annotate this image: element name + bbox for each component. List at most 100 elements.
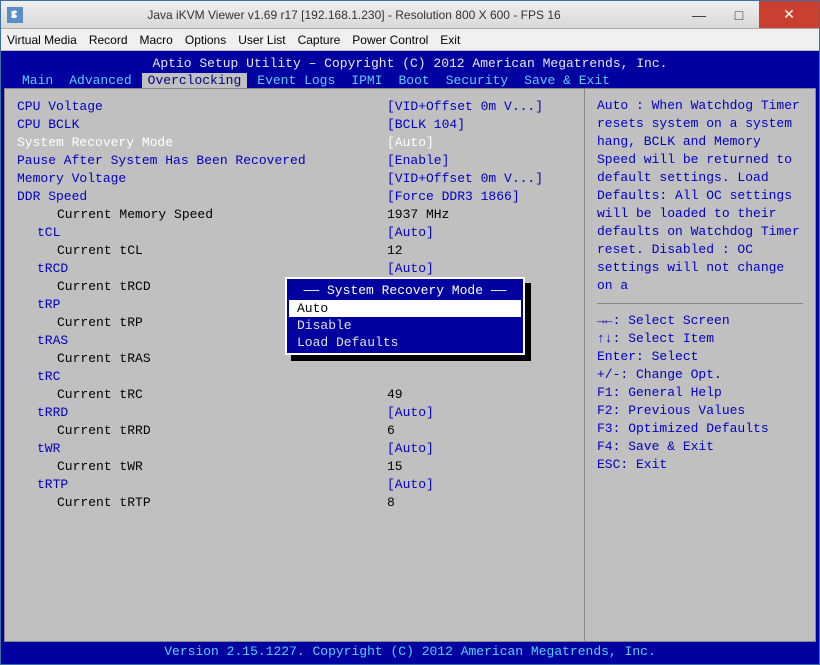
setting-row[interactable]: DDR Speed[Force DDR3 1866] <box>17 187 572 205</box>
setting-value: 12 <box>387 243 572 258</box>
tab-boot[interactable]: Boot <box>393 73 436 88</box>
help-key-line: F1: General Help <box>597 384 803 402</box>
setting-label: Current tRTP <box>17 495 387 510</box>
tab-overclocking[interactable]: Overclocking <box>142 73 248 88</box>
menu-capture[interactable]: Capture <box>298 33 341 47</box>
setting-label: DDR Speed <box>17 189 387 204</box>
help-key-line: Enter: Select <box>597 348 803 366</box>
setting-label: tWR <box>17 441 387 456</box>
help-key-line: F2: Previous Values <box>597 402 803 420</box>
bios-panel: CPU Voltage[VID+Offset 0m V...]CPU BCLK[… <box>4 88 816 642</box>
setting-value: 1937 MHz <box>387 207 572 222</box>
setting-value: [Auto] <box>387 441 572 456</box>
help-text: Auto : When Watchdog Timer resets system… <box>597 97 803 295</box>
menu-user-list[interactable]: User List <box>238 33 285 47</box>
setting-value: 8 <box>387 495 572 510</box>
minimize-button[interactable]: — <box>679 1 719 28</box>
popup-option-load-defaults[interactable]: Load Defaults <box>289 334 521 351</box>
titlebar: Java iKVM Viewer v1.69 r17 [192.168.1.23… <box>1 1 819 29</box>
bios-footer: Version 2.15.1227. Copyright (C) 2012 Am… <box>4 642 816 661</box>
setting-row[interactable]: Pause After System Has Been Recovered[En… <box>17 151 572 169</box>
setting-label: CPU BCLK <box>17 117 387 132</box>
setting-value: 6 <box>387 423 572 438</box>
setting-value: 49 <box>387 387 572 402</box>
menu-virtual-media[interactable]: Virtual Media <box>7 33 77 47</box>
setting-row: Current Memory Speed1937 MHz <box>17 205 572 223</box>
setting-row[interactable]: Memory Voltage[VID+Offset 0m V...] <box>17 169 572 187</box>
setting-label: Current tWR <box>17 459 387 474</box>
setting-row: Current tRC49 <box>17 385 572 403</box>
setting-row[interactable]: tWR[Auto] <box>17 439 572 457</box>
menu-macro[interactable]: Macro <box>140 33 173 47</box>
setting-label: tRCD <box>17 261 387 276</box>
setting-label: Memory Voltage <box>17 171 387 186</box>
maximize-button[interactable]: □ <box>719 1 759 28</box>
setting-label: Current tCL <box>17 243 387 258</box>
tab-advanced[interactable]: Advanced <box>63 73 137 88</box>
menu-options[interactable]: Options <box>185 33 226 47</box>
setting-row[interactable]: tRRD[Auto] <box>17 403 572 421</box>
help-key-line: F3: Optimized Defaults <box>597 420 803 438</box>
menu-power-control[interactable]: Power Control <box>352 33 428 47</box>
bios-screen: Aptio Setup Utility – Copyright (C) 2012… <box>1 51 819 664</box>
setting-row[interactable]: tRTP[Auto] <box>17 475 572 493</box>
tab-event-logs[interactable]: Event Logs <box>251 73 341 88</box>
setting-value: [Auto] <box>387 225 572 240</box>
popup-title: —— System Recovery Mode —— <box>289 281 521 300</box>
setting-value: [Force DDR3 1866] <box>387 189 572 204</box>
setting-row: Current tWR15 <box>17 457 572 475</box>
popup-option-disable[interactable]: Disable <box>289 317 521 334</box>
setting-value: [BCLK 104] <box>387 117 572 132</box>
setting-value: [Auto] <box>387 477 572 492</box>
setting-label: Current tRRD <box>17 423 387 438</box>
setting-value: 15 <box>387 459 572 474</box>
setting-value: [Auto] <box>387 135 572 150</box>
setting-row[interactable]: tCL[Auto] <box>17 223 572 241</box>
setting-label: Current tRC <box>17 387 387 402</box>
window-controls: — □ ✕ <box>679 1 819 28</box>
tab-ipmi[interactable]: IPMI <box>345 73 388 88</box>
bios-header: Aptio Setup Utility – Copyright (C) 2012… <box>4 54 816 73</box>
setting-value: [Enable] <box>387 153 572 168</box>
setting-label: tCL <box>17 225 387 240</box>
menubar: Virtual Media Record Macro Options User List… <box>1 29 819 51</box>
setting-label: tRC <box>17 369 387 384</box>
setting-row: Current tRTP8 <box>17 493 572 511</box>
help-key-line: F4: Save & Exit <box>597 438 803 456</box>
setting-value: [VID+Offset 0m V...] <box>387 171 572 186</box>
settings-panel: CPU Voltage[VID+Offset 0m V...]CPU BCLK[… <box>5 89 585 641</box>
setting-label: CPU Voltage <box>17 99 387 114</box>
close-button[interactable]: ✕ <box>759 1 819 28</box>
recovery-mode-popup: —— System Recovery Mode —— AutoDisableLo… <box>285 277 525 355</box>
help-key-line: →←: Select Screen <box>597 312 803 330</box>
setting-row[interactable]: CPU Voltage[VID+Offset 0m V...] <box>17 97 572 115</box>
setting-row: Current tCL12 <box>17 241 572 259</box>
help-key-line: ↑↓: Select Item <box>597 330 803 348</box>
menu-record[interactable]: Record <box>89 33 128 47</box>
tab-security[interactable]: Security <box>440 73 514 88</box>
help-key-line: ESC: Exit <box>597 456 803 474</box>
setting-row[interactable]: System Recovery Mode[Auto] <box>17 133 572 151</box>
setting-value: [Auto] <box>387 405 572 420</box>
setting-label: tRTP <box>17 477 387 492</box>
setting-label: Pause After System Has Been Recovered <box>17 153 387 168</box>
setting-value: [Auto] <box>387 261 572 276</box>
popup-option-auto[interactable]: Auto <box>289 300 521 317</box>
help-divider <box>597 303 803 304</box>
setting-label: Current Memory Speed <box>17 207 387 222</box>
viewer-window: Java iKVM Viewer v1.69 r17 [192.168.1.23… <box>0 0 820 665</box>
setting-row[interactable]: tRC <box>17 367 572 385</box>
tab-save-exit[interactable]: Save & Exit <box>518 73 616 88</box>
bios-tabs: Main Advanced OverclockingEvent Logs IPMI Bo… <box>4 73 816 88</box>
menu-exit[interactable]: Exit <box>440 33 460 47</box>
app-icon <box>7 7 23 23</box>
setting-row[interactable]: CPU BCLK[BCLK 104] <box>17 115 572 133</box>
setting-row: Current tRRD6 <box>17 421 572 439</box>
setting-label: tRRD <box>17 405 387 420</box>
setting-row[interactable]: tRCD[Auto] <box>17 259 572 277</box>
setting-value: [VID+Offset 0m V...] <box>387 99 572 114</box>
help-keys: →←: Select Screen↑↓: Select ItemEnter: S… <box>597 312 803 474</box>
setting-label: System Recovery Mode <box>17 135 387 150</box>
tab-main[interactable]: Main <box>16 73 59 88</box>
help-key-line: +/-: Change Opt. <box>597 366 803 384</box>
